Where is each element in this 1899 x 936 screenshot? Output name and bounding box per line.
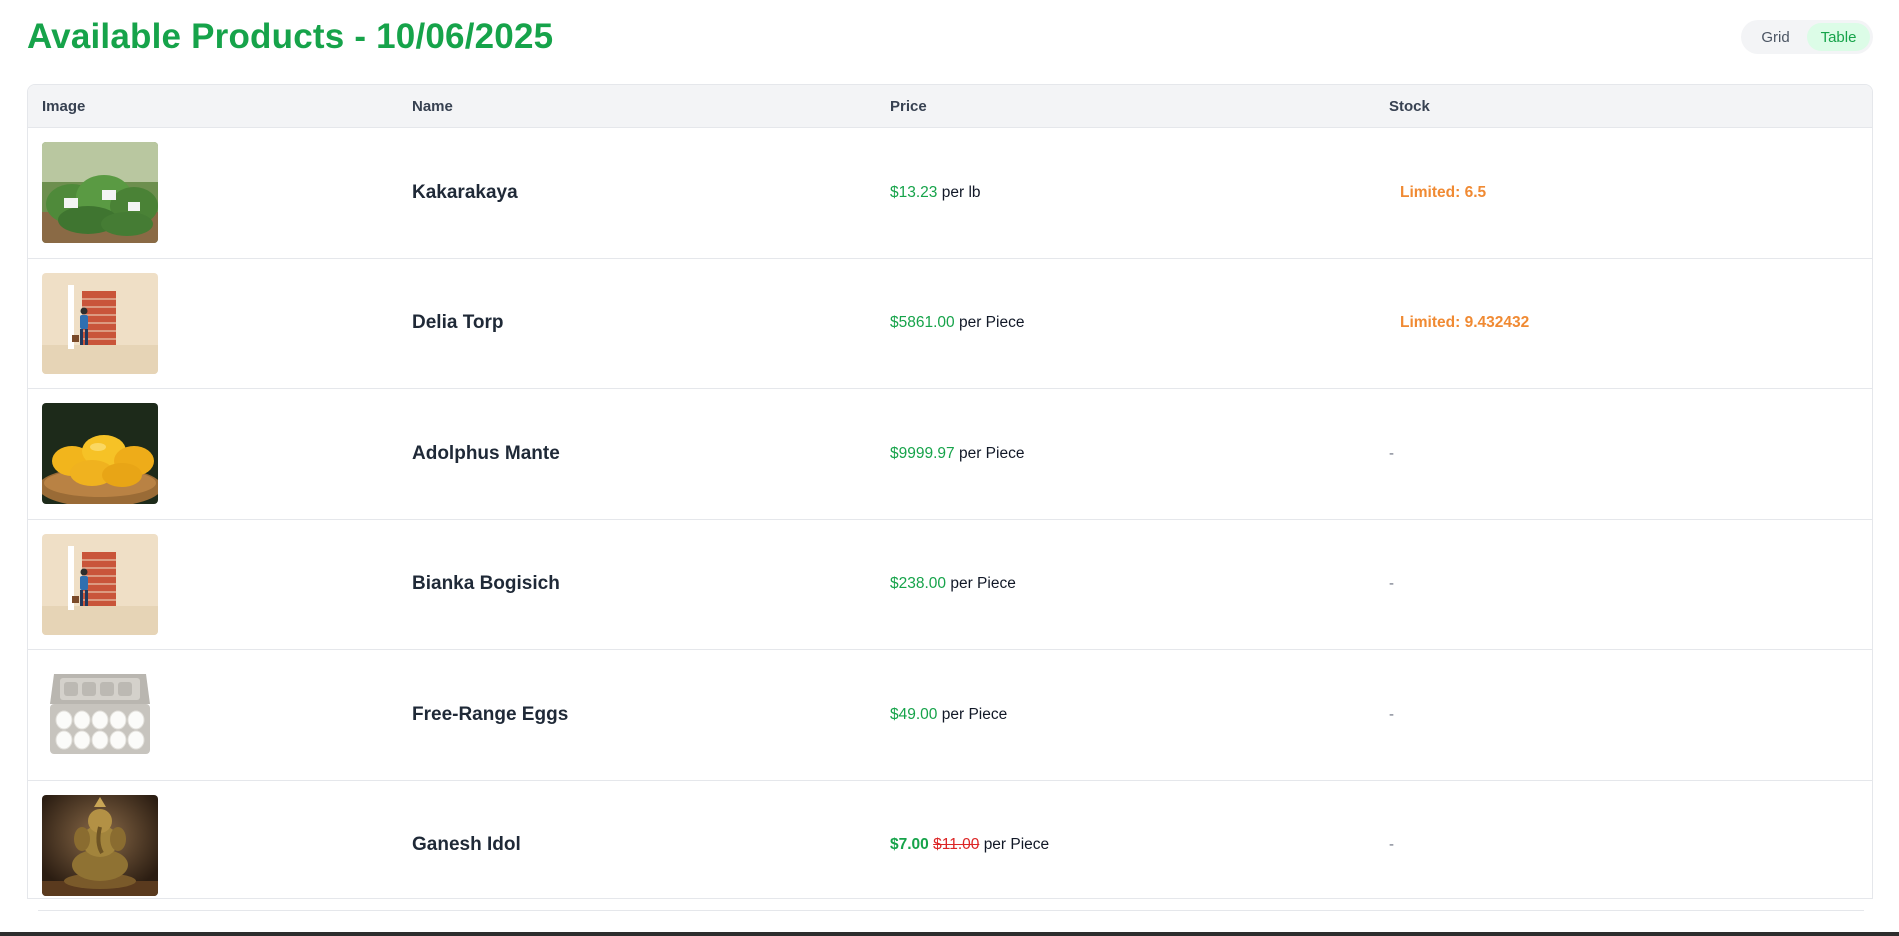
product-price: $13.23 per lb: [890, 184, 1389, 202]
price-amount: $9999.97: [890, 444, 955, 462]
price-amount: $13.23: [890, 183, 938, 201]
table-view-button[interactable]: Table: [1807, 23, 1870, 51]
price-unit: per Piece: [983, 836, 1050, 854]
product-image-placeholder[interactable]: [42, 272, 158, 374]
window-bottom-edge: [0, 932, 1899, 936]
page-title: Available Products - 10/06/2025: [27, 17, 554, 56]
price-amount: $49.00: [890, 705, 938, 723]
product-name: Ganesh Idol: [412, 834, 521, 856]
table-row[interactable]: Ganesh Idol $7.00 $11.00 per Piece -: [28, 781, 1872, 899]
original-price: $11.00: [933, 836, 980, 854]
product-price: $238.00 per Piece: [890, 575, 1389, 593]
header-price[interactable]: Price: [890, 98, 1389, 115]
stock-limited-badge: Limited: 6.5: [1400, 183, 1487, 201]
product-image-mangoes[interactable]: [42, 403, 158, 505]
product-image-bitter-gourd[interactable]: [42, 142, 158, 244]
table-row[interactable]: Bianka Bogisich $238.00 per Piece -: [28, 520, 1872, 650]
table-row[interactable]: Adolphus Mante $9999.97 per Piece -: [28, 389, 1872, 520]
stock-value: -: [1389, 836, 1394, 854]
header-name[interactable]: Name: [412, 98, 890, 115]
product-price: $49.00 per Piece: [890, 706, 1389, 724]
table-row[interactable]: Free-Range Eggs $49.00 per Piece -: [28, 650, 1872, 781]
table-row[interactable]: Delia Torp $5861.00 per Piece Limited: 9…: [28, 259, 1872, 389]
product-image-ganesh-idol[interactable]: [42, 794, 158, 896]
price-amount: $5861.00: [890, 314, 955, 332]
product-name: Delia Torp: [412, 312, 504, 334]
table-row[interactable]: Kakarakaya $13.23 per lb Limited: 6.5: [28, 128, 1872, 259]
divider: [38, 910, 1864, 911]
price-unit: per Piece: [950, 575, 1016, 593]
price-unit: per Piece: [941, 705, 1008, 723]
price-amount: $238.00: [890, 575, 947, 593]
grid-view-button[interactable]: Grid: [1744, 23, 1807, 51]
stock-value: -: [1389, 444, 1394, 462]
product-name: Bianka Bogisich: [412, 573, 560, 595]
table-header: Image Name Price Stock: [28, 85, 1872, 128]
stock-limited-badge: Limited: 9.432432: [1400, 314, 1530, 332]
product-price: $5861.00 per Piece: [890, 314, 1389, 332]
product-image-placeholder[interactable]: [42, 533, 158, 635]
products-table: Image Name Price Stock Kakarakaya $13.23…: [27, 84, 1873, 899]
price-unit: per Piece: [958, 314, 1025, 332]
product-name: Adolphus Mante: [412, 442, 560, 464]
header-stock[interactable]: Stock: [1389, 98, 1872, 115]
stock-value: -: [1389, 705, 1394, 723]
product-image-eggs[interactable]: [42, 664, 158, 766]
sale-price: $7.00: [890, 836, 929, 854]
product-name: Kakarakaya: [412, 181, 518, 203]
header-image[interactable]: Image: [28, 98, 412, 115]
page: Available Products - 10/06/2025 Grid Tab…: [0, 0, 1899, 936]
product-name: Free-Range Eggs: [412, 703, 569, 725]
price-unit: per lb: [941, 183, 981, 201]
product-price: $9999.97 per Piece: [890, 445, 1389, 463]
stock-value: -: [1389, 575, 1394, 593]
product-price: $7.00 $11.00 per Piece: [890, 836, 1389, 854]
price-unit: per Piece: [958, 444, 1025, 462]
view-toggle: Grid Table: [1741, 20, 1873, 54]
